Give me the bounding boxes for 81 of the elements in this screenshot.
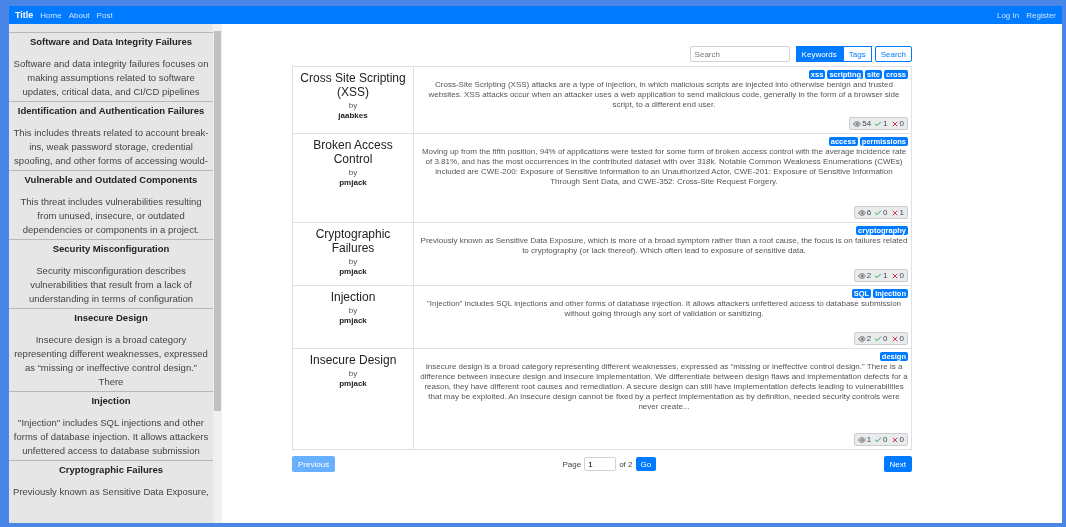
search-field[interactable]: Search <box>689 46 790 62</box>
sidebar-item-title: Cryptographic Failures <box>58 464 164 476</box>
page-count: of 2 <box>619 459 633 469</box>
upvote-count: 0 <box>883 208 888 217</box>
nav-link[interactable]: About <box>68 10 90 20</box>
post-title[interactable]: Cryptographic Failures <box>293 227 413 255</box>
by-label: by <box>348 306 358 315</box>
post-author: jaabkes <box>338 111 368 120</box>
sidebar-item-text: Software and data integrity failures focuses on making assumptions related to software updates, critical data, and CI/CD pipelines <box>12 57 210 99</box>
check-icon <box>874 334 883 343</box>
sidebar-item-text: This threat includes vulnerabilities resulting from unused, insecure, or outdated dependencies or components in a project. <box>19 195 203 237</box>
check-icon <box>874 271 883 280</box>
upvote-count: 0 <box>883 435 888 444</box>
downvote-count: 0 <box>899 334 904 343</box>
post-author: pmjack <box>339 267 367 276</box>
cross-icon <box>890 334 899 343</box>
sidebar-item-title: Identification and Authentication Failures <box>16 105 206 117</box>
post-author: pmjack <box>339 316 367 325</box>
post-author: pmjack <box>339 178 367 187</box>
cross-icon <box>890 119 899 128</box>
sidebar-item-title: Software and Data Integrity Failures <box>28 36 194 48</box>
by-label: by <box>348 101 358 110</box>
view-count: 54 <box>862 119 872 128</box>
by-label: by <box>348 369 358 378</box>
sidebar-item-text: "Injection" includes SQL injections and other forms of database injection. It allows attackers unfettered access to database submission <box>12 416 210 458</box>
downvote-count: 0 <box>899 271 904 280</box>
sidebar-item-text: Previously known as Sensitive Data Exposure, <box>12 485 210 499</box>
post-title[interactable]: Broken Access Control <box>293 138 413 166</box>
sidebar-item-title: Security Misconfiguration <box>51 243 171 255</box>
downvote-count: 0 <box>899 119 904 128</box>
page-field[interactable]: 1 <box>584 457 617 471</box>
page-label: Page <box>562 459 582 469</box>
downvote-count: 1 <box>899 208 904 217</box>
brand-title[interactable]: Title <box>15 10 34 20</box>
nav-link[interactable]: Log In <box>996 10 1020 20</box>
downvote-count: 0 <box>899 435 904 444</box>
view-count: 6 <box>866 208 872 217</box>
eye-icon <box>857 208 866 217</box>
sidebar-item-title: Vulnerable and Outdated Components <box>23 174 199 186</box>
post-description: Insecure design is a broad category representing different weaknesses, expressed as “missing or ineffective control design.” There is a difference between insecure design and insecure implementation. We differentiate between design flaws and implementation defects for a reason, they have different root causes and remediation. A secure design can still have implementation defects leading to vulnerabilities that may be exploited. An insecure design cannot be fixed by a perfect implementation as by definition, needed security controls were never create... <box>420 362 908 412</box>
by-label: by <box>348 257 358 266</box>
scrollbar-thumb[interactable] <box>214 31 221 411</box>
by-label: by <box>348 168 358 177</box>
eye-icon <box>857 334 866 343</box>
cross-icon <box>890 271 899 280</box>
post-title[interactable]: Cross Site Scripting (XSS) <box>293 71 413 99</box>
nav-link[interactable]: Post <box>96 10 113 20</box>
view-count: 2 <box>866 334 872 343</box>
post-description: Previously known as Sensitive Data Exposure, which is more of a broad symptom rather than a root cause, the focus is on failures related to cryptography (or lack thereof). Which often lead to exposure of sensitive data. <box>420 236 908 256</box>
upvote-count: 1 <box>883 271 888 280</box>
post-description: Cross-Site Scripting (XSS) attacks are a type of injection, in which malicious scripts are injected into otherwise benign and trusted websites. XSS attacks occur when an attacker uses a web application to send malicious code, generally in the form of a browser side script, to a different end user. <box>427 80 901 110</box>
eye-icon <box>853 119 862 128</box>
post-description: Moving up from the fifth position, 94% of applications were tested for some form of broken access control with the average incidence rate of 3.81%, and has the most occurrences in the contributed dataset with over 318k. Notable Common Weakness Enumerations (CWEs) included are CWE-200: Exposure of Sensitive Information to an Unauthorized Actor, CWE-201: Exposure of Sensitive Information Through Sent Data, and CWE-352: Cross-Site Request Forgery. <box>420 147 908 187</box>
search-mode-toggle[interactable]: Tags <box>842 46 872 62</box>
upvote-count: 1 <box>883 119 888 128</box>
check-icon <box>874 119 883 128</box>
post-title[interactable]: Injection <box>326 290 380 304</box>
view-count: 2 <box>866 271 872 280</box>
nav-link[interactable]: Home <box>40 10 62 20</box>
view-count: 1 <box>866 435 872 444</box>
next-button[interactable]: Next <box>883 456 912 472</box>
check-icon <box>874 435 883 444</box>
eye-icon <box>857 435 866 444</box>
sidebar-item-text: Insecure design is a broad category representing different weaknesses, expressed as “missing or ineffective control design.” There <box>13 333 209 389</box>
sidebar-item-title: Injection <box>90 395 132 407</box>
cross-icon <box>890 435 899 444</box>
nav-link[interactable]: Register <box>1026 10 1056 20</box>
post-author: pmjack <box>339 379 367 388</box>
check-icon <box>874 208 883 217</box>
search-mode-toggle[interactable]: Keywords <box>795 46 843 62</box>
search-button[interactable]: Search <box>874 46 912 62</box>
sidebar-item-title: Insecure Design <box>73 312 149 324</box>
cross-icon <box>890 208 899 217</box>
go-button[interactable]: Go <box>635 457 657 471</box>
eye-icon <box>857 271 866 280</box>
sidebar-item-text: Security misconfiguration describes vulnerabilities that result from a lack of understanding in terms of configuration <box>27 264 195 306</box>
sidebar-item-text: This includes threats related to account break-ins, weak password storage, credential spoofing, and other forms of accessing would- <box>12 126 210 168</box>
scrollbar[interactable] <box>213 24 222 523</box>
post-description: "Injection" includes SQL injections and other forms of database injection. It allows attackers unfettered access to database submission without going through any sort of validation or sanitizing. <box>425 299 903 319</box>
upvote-count: 0 <box>883 334 888 343</box>
post-title[interactable]: Insecure Design <box>305 353 401 367</box>
